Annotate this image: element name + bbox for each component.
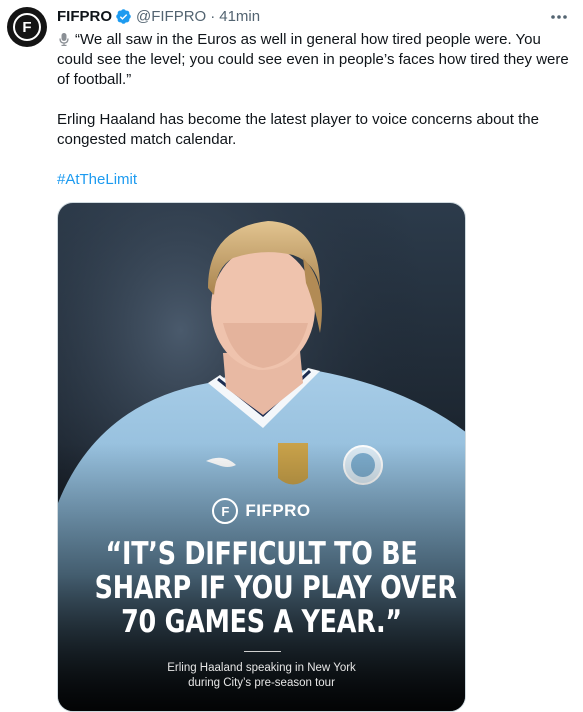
verified-badge-icon (115, 8, 132, 25)
tweet-media-image[interactable]: F FIFPRO “IT’S DIFFICULT TO BE SHARP IF … (57, 202, 466, 712)
media-brand-name: FIFPRO (245, 501, 311, 520)
tweet-quote-paragraph: “We all saw in the Euros as well in gene… (57, 30, 572, 90)
media-caption: Erling Haaland speaking in New York duri… (58, 661, 465, 691)
media-caption-line: during City’s pre-season tour (188, 677, 335, 689)
separator-dot: · (210, 7, 216, 25)
author-handle[interactable]: @FIFPRO (136, 8, 206, 25)
media-divider (244, 651, 281, 652)
tweet-header: FIFPRO @FIFPRO · 41min (57, 6, 260, 26)
tweet-text: “We all saw in the Euros as well in gene… (57, 30, 572, 190)
media-caption-line: Erling Haaland speaking in New York (167, 662, 356, 674)
tweet-body: Erling Haaland has become the latest pla… (57, 111, 539, 148)
microphone-icon (57, 32, 71, 46)
avatar-letter: F (22, 18, 32, 36)
media-brand-letter: F (221, 503, 230, 519)
tweet-time[interactable]: 41min (219, 8, 260, 25)
fifpro-logo: F (13, 13, 41, 41)
media-brand-logo: F FIFPRO (58, 498, 465, 524)
more-options-icon[interactable] (549, 8, 569, 26)
media-quote-line: 70 GAMES A YEAR.” (121, 604, 402, 640)
tweet-quote: “We all saw in the Euros as well in gene… (57, 31, 569, 88)
hashtag-link[interactable]: #AtTheLimit (57, 171, 137, 188)
media-quote-line: “IT’S DIFFICULT TO BE (105, 536, 418, 572)
author-name[interactable]: FIFPRO (57, 8, 112, 25)
media-quote: “IT’S DIFFICULT TO BE SHARP IF YOU PLAY … (94, 536, 457, 640)
media-quote-line: SHARP IF YOU PLAY OVER (94, 570, 457, 606)
fifpro-logo-icon: F (212, 498, 239, 524)
author-avatar[interactable]: F (7, 7, 47, 47)
